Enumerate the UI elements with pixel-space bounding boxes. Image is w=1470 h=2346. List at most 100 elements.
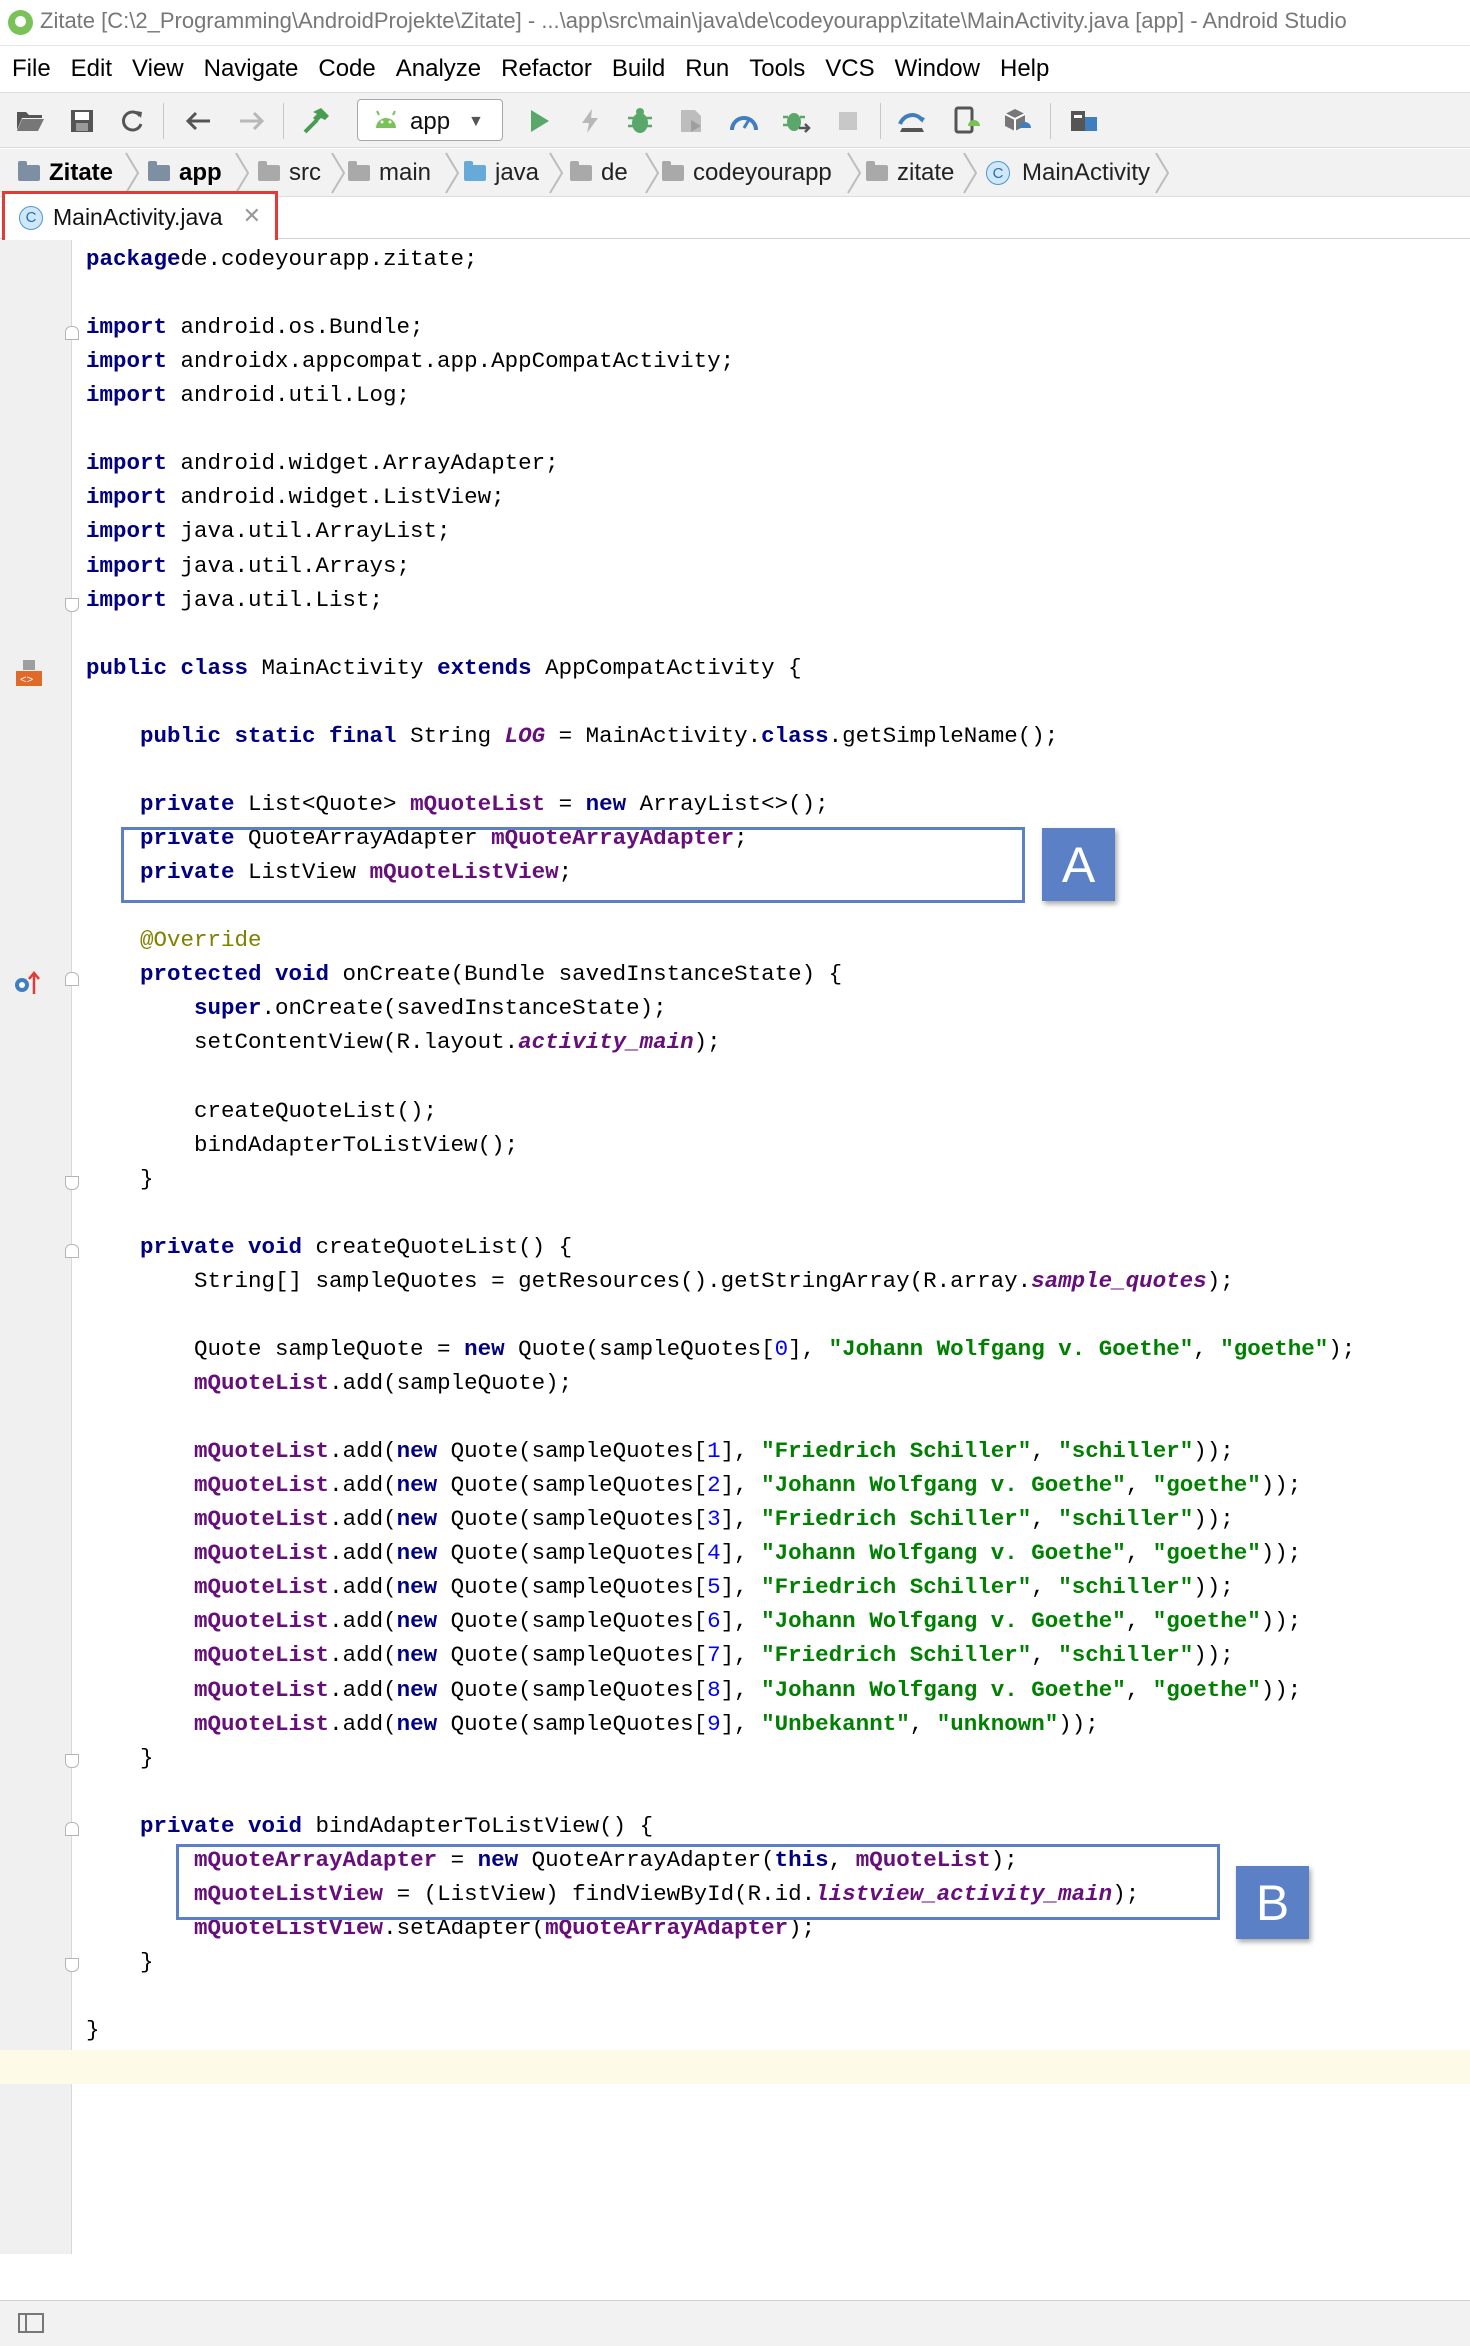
code-line[interactable]: mQuoteList.add(new Quote(sampleQuotes[4]… [86, 1536, 1301, 1570]
code-line[interactable]: public static final String LOG = MainAct… [86, 719, 1058, 753]
code-line[interactable]: bindAdapterToListView(); [86, 1128, 518, 1162]
menu-vcs[interactable]: VCS [814, 48, 883, 90]
tab-mainactivity-java[interactable]: C MainActivity.java ✕ [2, 191, 278, 244]
gradle-sync-icon[interactable] [897, 105, 929, 137]
code-editor[interactable]: <> packagede.codeyourapp.zitate; import a… [0, 240, 1470, 2254]
breadcrumb-item-src[interactable]: src [258, 149, 321, 197]
code-token: ], [720, 1472, 762, 1499]
breadcrumb-label: codeyourapp [693, 159, 832, 186]
menu-edit[interactable]: Edit [60, 48, 121, 90]
code-line[interactable]: import android.util.Log; [86, 378, 410, 412]
code-line[interactable]: import java.util.ArrayList; [86, 514, 451, 548]
code-line[interactable]: @Override [86, 923, 262, 957]
code-line[interactable]: import java.util.List; [86, 583, 383, 617]
project-structure-icon[interactable] [1068, 105, 1100, 137]
menu-help[interactable]: Help [989, 48, 1058, 90]
menu-window[interactable]: Window [884, 48, 989, 90]
code-line[interactable]: super.onCreate(savedInstanceState); [86, 991, 667, 1025]
breadcrumb-item-app[interactable]: app [148, 149, 222, 197]
tool-window-toggle-icon[interactable] [18, 2313, 44, 2333]
code-line[interactable]: import android.os.Bundle; [86, 310, 424, 344]
code-line[interactable]: mQuoteList.add(sampleQuote); [86, 1366, 572, 1400]
save-icon[interactable] [66, 105, 98, 137]
code-token: private [140, 790, 235, 817]
code-token: )); [1260, 1676, 1302, 1703]
menu-file[interactable]: File [0, 48, 60, 90]
code-token: ], [720, 1608, 762, 1635]
code-token: new [396, 1642, 438, 1669]
menu-view[interactable]: View [121, 48, 193, 90]
breadcrumb-item-codeyourapp[interactable]: codeyourapp [662, 149, 832, 197]
code-line[interactable]: setContentView(R.layout.activity_main); [86, 1025, 721, 1059]
code-line[interactable]: mQuoteList.add(new Quote(sampleQuotes[1]… [86, 1434, 1234, 1468]
coverage-icon[interactable] [676, 105, 708, 137]
code-token: 5 [707, 1574, 721, 1601]
avd-manager-icon[interactable] [949, 105, 981, 137]
run-configuration-dropdown[interactable]: app ▼ [357, 99, 503, 141]
open-icon[interactable] [14, 105, 46, 137]
code-token: "Friedrich Schiller" [761, 1506, 1032, 1533]
breadcrumb-item-main[interactable]: main [348, 149, 431, 197]
menu-build[interactable]: Build [601, 48, 674, 90]
sync-icon[interactable] [116, 105, 148, 137]
code-token: new [396, 1506, 438, 1533]
back-icon[interactable] [182, 105, 214, 137]
code-line[interactable]: protected void onCreate(Bundle savedInst… [86, 957, 842, 991]
code-line[interactable]: mQuoteList.add(new Quote(sampleQuotes[7]… [86, 1638, 1234, 1672]
code-line[interactable]: createQuoteList(); [86, 1094, 437, 1128]
code-line[interactable]: } [86, 1162, 154, 1196]
menu-refactor[interactable]: Refactor [490, 48, 601, 90]
profile-icon[interactable] [728, 105, 760, 137]
code-token: ], [720, 1642, 762, 1669]
code-line[interactable]: private List<Quote> mQuoteList = new Arr… [86, 787, 829, 821]
code-line[interactable]: mQuoteList.add(new Quote(sampleQuotes[8]… [86, 1673, 1301, 1707]
menu-bar: File Edit View Navigate Code Analyze Ref… [0, 48, 1470, 90]
breadcrumb-item-project[interactable]: Zitate [18, 149, 113, 197]
code-token: .add( [329, 1540, 397, 1567]
code-line[interactable]: } [86, 2013, 100, 2047]
code-line[interactable]: Quote sampleQuote = new Quote(sampleQuot… [86, 1332, 1355, 1366]
debug-icon[interactable] [624, 105, 656, 137]
code-line[interactable]: packagede.codeyourapp.zitate; [86, 242, 478, 276]
menu-code[interactable]: Code [307, 48, 384, 90]
code-line[interactable]: private void createQuoteList() { [86, 1230, 572, 1264]
menu-run[interactable]: Run [674, 48, 738, 90]
code-line[interactable]: mQuoteList.add(new Quote(sampleQuotes[5]… [86, 1570, 1234, 1604]
code-token: "Friedrich Schiller" [761, 1642, 1032, 1669]
code-token: 9 [707, 1710, 721, 1737]
stop-icon[interactable] [832, 105, 864, 137]
menu-tools[interactable]: Tools [738, 48, 814, 90]
code-line[interactable]: } [86, 1945, 154, 1979]
code-line[interactable]: mQuoteList.add(new Quote(sampleQuotes[6]… [86, 1604, 1301, 1638]
code-line[interactable]: import java.util.Arrays; [86, 549, 410, 583]
menu-navigate[interactable]: Navigate [193, 48, 308, 90]
android-studio-logo-icon [8, 10, 33, 35]
code-line[interactable]: import android.widget.ListView; [86, 480, 505, 514]
breadcrumb-label: src [289, 159, 321, 186]
code-line[interactable]: mQuoteList.add(new Quote(sampleQuotes[9]… [86, 1707, 1099, 1741]
code-line[interactable]: } [86, 1741, 154, 1775]
breadcrumb-item-zitate[interactable]: zitate [866, 149, 954, 197]
code-token: "goethe" [1220, 1335, 1329, 1362]
breadcrumb-item-mainactivity[interactable]: C MainActivity [986, 149, 1150, 197]
build-hammer-icon[interactable] [300, 105, 332, 137]
code-line[interactable]: import androidx.appcompat.app.AppCompatA… [86, 344, 734, 378]
code-line[interactable]: import android.widget.ArrayAdapter; [86, 446, 559, 480]
code-token: , [1031, 1642, 1059, 1669]
run-icon[interactable] [523, 105, 555, 137]
code-token: import [86, 518, 168, 545]
breadcrumb-item-java[interactable]: java [464, 149, 539, 197]
code-line[interactable]: public class MainActivity extends AppCom… [86, 651, 802, 685]
code-line[interactable]: mQuoteList.add(new Quote(sampleQuotes[2]… [86, 1468, 1301, 1502]
menu-analyze[interactable]: Analyze [385, 48, 490, 90]
code-line[interactable]: private void bindAdapterToListView() { [86, 1809, 653, 1843]
forward-icon[interactable] [236, 105, 268, 137]
close-icon[interactable]: ✕ [243, 203, 261, 229]
code-line[interactable]: String[] sampleQuotes = getResources().g… [86, 1264, 1234, 1298]
breadcrumb-item-de[interactable]: de [570, 149, 628, 197]
attach-debugger-icon[interactable] [780, 105, 812, 137]
apply-changes-icon[interactable] [574, 105, 606, 137]
code-line[interactable]: mQuoteList.add(new Quote(sampleQuotes[3]… [86, 1502, 1234, 1536]
sdk-manager-icon[interactable] [1000, 105, 1032, 137]
